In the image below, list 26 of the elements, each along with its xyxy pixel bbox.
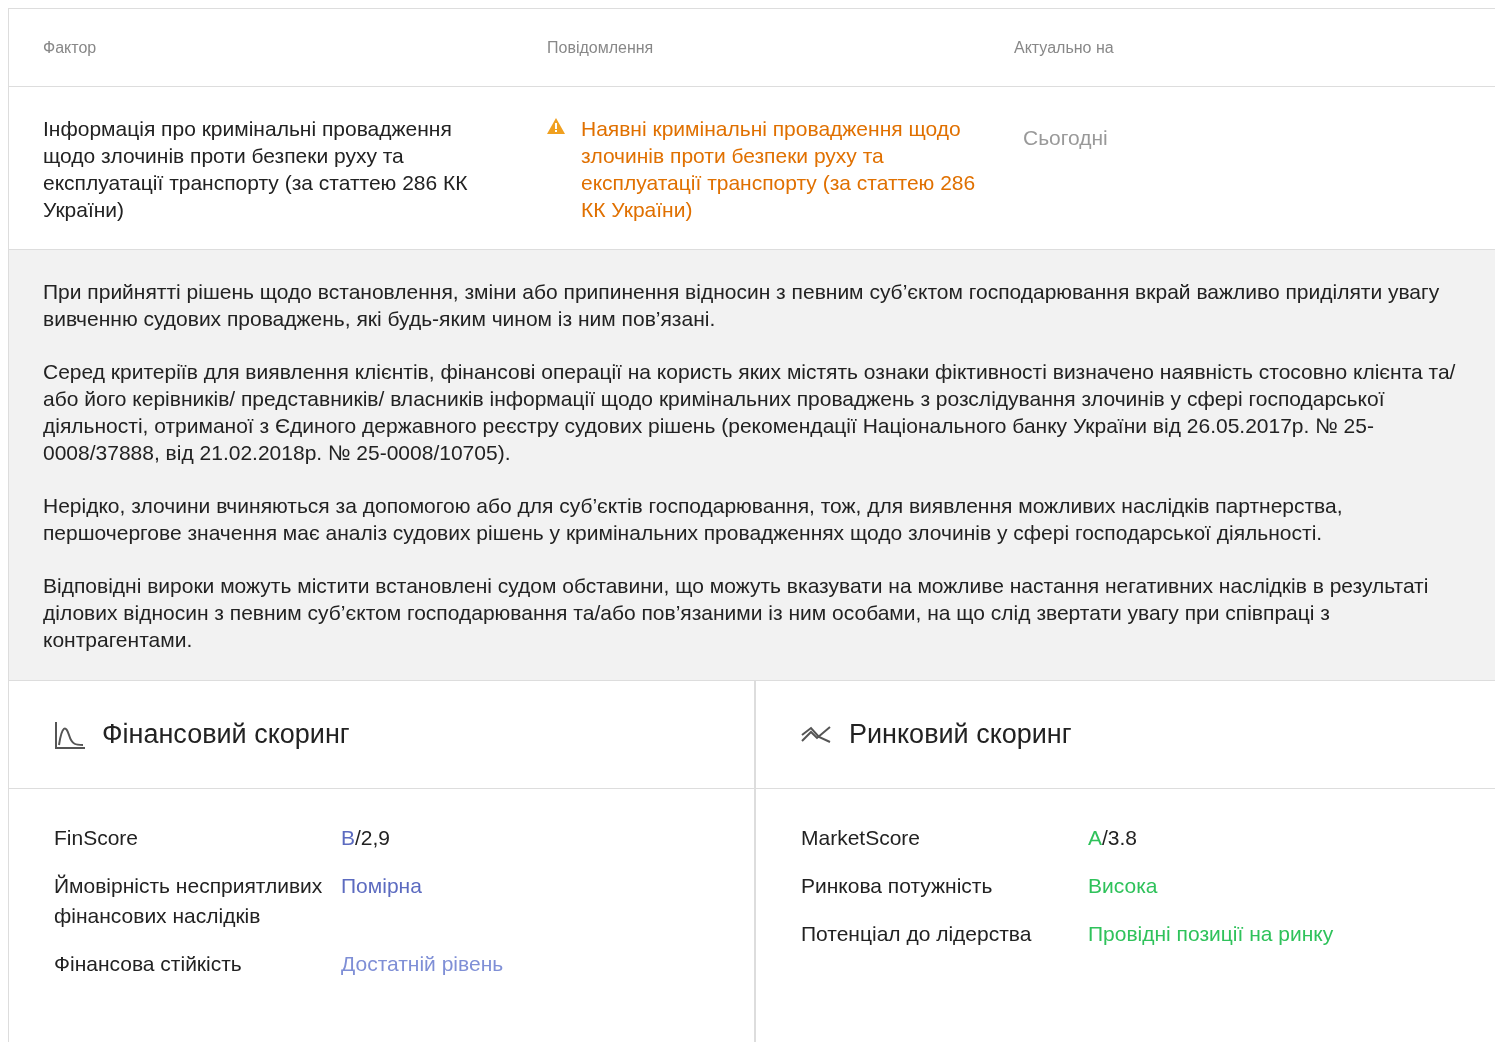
trend-lines-icon bbox=[801, 724, 833, 745]
score-label: MarketScore bbox=[801, 825, 922, 851]
score-value: B/2,9 bbox=[341, 825, 392, 851]
details-paragraph: Серед критеріїв для виявлення клієнтів, фінансові операції на користь яких містять ознаки фіктивності визначено наявність стосовно клієнта та/або його керівників/ представників/ власників інформації щодо кримінальних проваджень з розслідування злочинів у сфері господарської діяльності, отриманої з Єдиного державного реєстру судових рішень (рекомендації Національного банку України від 26.05.2017р. № 25-0008/37888, від 21.02.2018р. № 25-0008/10705). bbox=[43, 359, 1457, 466]
score-label: Ймовірність несприятливих фінансових наслідків bbox=[54, 873, 324, 929]
details-paragraph: Відповідні вироки можуть містити встановлені судом обставини, що можуть вказувати на можливе настання негативних наслідків в результаті ділових відносин з певним суб’єктом господарювання та/або пов’язаними із ним особами, на що слід звертати увагу при співпраці з контрагентами. bbox=[43, 573, 1430, 653]
score-value: Провідні позиції на ринку bbox=[1088, 921, 1335, 947]
column-header: Повідомлення bbox=[547, 37, 655, 58]
factor-text: Інформація про кримінальні провадження щодо злочинів проти безпеки руху та експлуатації транспорту (за статтею 286 КК України) bbox=[43, 116, 469, 223]
details-paragraph: При прийнятті рішень щодо встановлення, зміни або припинення відносин з певним суб’єктом господарювання вкрай важливо приділяти увагу вивченню судових проваджень, які будь-яким чином із ним пов’язані. bbox=[43, 279, 1441, 332]
score-label: Фінансова стійкість bbox=[54, 951, 243, 977]
scoring-title: Ринковий скоринг bbox=[849, 718, 1072, 752]
score-label: Ринкова потужність bbox=[801, 873, 994, 899]
scoring-title: Фінансовий скоринг bbox=[102, 718, 350, 752]
score-value: Висока bbox=[1088, 873, 1159, 899]
score-value: Достатній рівень bbox=[341, 951, 505, 977]
details-paragraph: Нерідко, злочини вчиняються за допомогою або для суб’єктів господарювання, тож, для виявлення можливих наслідків партнерства, першочергове значення має аналіз судових рішень у кримінальних провадженнях щодо злочинів у сфері господарської діяльності. bbox=[43, 493, 1344, 546]
curve-chart-icon bbox=[54, 719, 86, 750]
message-text: Наявні кримінальні провадження щодо злочинів проти безпеки руху та експлуатації транспорту (за статтею 286 КК України) bbox=[581, 116, 977, 223]
score-label: FinScore bbox=[54, 825, 140, 851]
date-text: Сьогодні bbox=[1022, 125, 1109, 151]
score-value: A/3.8 bbox=[1088, 825, 1139, 851]
column-header: Фактор bbox=[43, 37, 98, 58]
score-value: Помірна bbox=[341, 873, 423, 899]
column-header: Актуально на bbox=[1014, 37, 1115, 58]
score-label: Потенціал до лідерства bbox=[801, 921, 1033, 947]
